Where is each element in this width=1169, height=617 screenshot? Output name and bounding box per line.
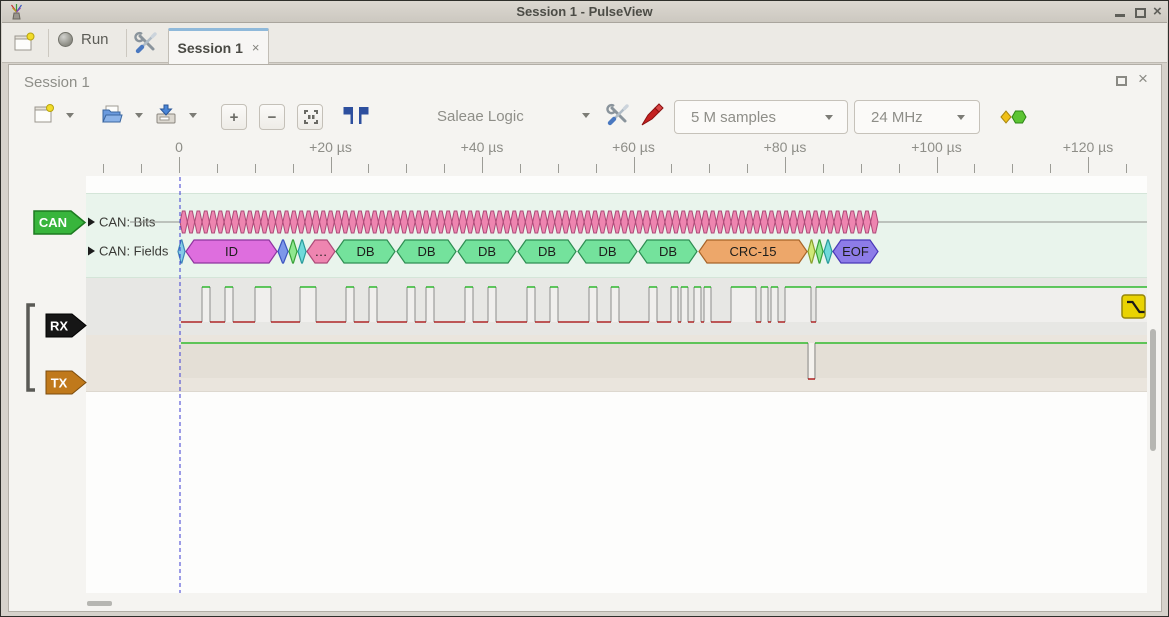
ruler-tick-label: +60 µs [612, 139, 655, 155]
ruler-tick [558, 164, 559, 173]
ruler-tick [861, 164, 862, 173]
ruler-tick [1126, 164, 1127, 173]
ruler-tick [823, 164, 824, 173]
ruler-tick [141, 164, 142, 173]
toolbar-separator [126, 29, 127, 57]
device-dropdown-arrow-icon[interactable] [582, 113, 590, 118]
ruler-tick-label: +80 µs [764, 139, 807, 155]
subwindow-title: Session 1 [24, 74, 90, 91]
ruler-tick [974, 164, 975, 173]
open-folder-icon [99, 102, 125, 128]
ruler-tick [217, 164, 218, 173]
tab-label: Session 1 [178, 40, 243, 56]
wrench-screwdriver-icon [605, 102, 631, 128]
ruler-tick [1012, 164, 1013, 173]
new-session-button[interactable] [11, 30, 37, 56]
can-decoder-band [86, 193, 1147, 278]
sample-count-dropdown-arrow-icon [825, 115, 833, 120]
ruler-tick [331, 157, 332, 173]
sample-count-value: 5 M samples [691, 109, 776, 126]
ruler-tick-label: 0 [175, 139, 183, 155]
titlebar[interactable]: Session 1 - PulseView × [2, 1, 1167, 23]
ruler-tick [482, 157, 483, 173]
save-icon [153, 102, 179, 128]
sample-rate-select[interactable]: 24 MHz [854, 100, 980, 134]
close-icon[interactable]: × [1153, 3, 1162, 20]
ruler-tick-label: +40 µs [461, 139, 504, 155]
zoom-fit-button[interactable] [297, 104, 323, 130]
zoom-out-button[interactable]: − [259, 104, 285, 130]
channels-button[interactable] [639, 102, 667, 128]
ruler-tick [671, 164, 672, 173]
ruler-tick-label: +120 µs [1063, 139, 1114, 155]
new-file-dropdown-arrow-icon[interactable] [66, 113, 74, 118]
decoder-icon [996, 107, 1030, 127]
ruler-tick [103, 164, 104, 173]
ruler-tick [255, 164, 256, 173]
tab-session-1[interactable]: Session 1 × [168, 28, 269, 64]
ruler-tick-label: +100 µs [911, 139, 962, 155]
save-button[interactable] [153, 102, 179, 128]
plus-icon: + [230, 109, 239, 126]
ruler-tick [1088, 157, 1089, 173]
pulseview-window: Session 1 - PulseView × Run [0, 0, 1169, 617]
ruler-tick [634, 157, 635, 173]
wrench-screwdriver-icon [134, 31, 158, 55]
run-button[interactable]: Run [58, 31, 109, 48]
tab-close-icon[interactable]: × [252, 40, 260, 55]
zoom-fit-icon [298, 104, 322, 130]
window-title: Session 1 - PulseView [2, 4, 1167, 19]
toolbar-separator [48, 29, 49, 57]
ruler-tick [520, 164, 521, 173]
ruler-tick [937, 157, 938, 173]
vertical-scrollbar-thumb[interactable] [1150, 329, 1156, 451]
run-state-icon [58, 32, 73, 47]
ruler-tick [293, 164, 294, 173]
rx-channel-band [86, 278, 1147, 335]
add-decoder-button[interactable] [996, 107, 1030, 127]
zoom-in-button[interactable]: + [221, 104, 247, 130]
maximize-icon[interactable] [1135, 8, 1146, 18]
ruler-tick [709, 164, 710, 173]
minus-icon: − [268, 109, 277, 126]
new-file-icon [30, 102, 56, 128]
ruler-tick [596, 164, 597, 173]
ruler-tick [406, 164, 407, 173]
ruler-tick [899, 164, 900, 173]
sample-rate-value: 24 MHz [871, 109, 923, 126]
minimize-icon[interactable] [1115, 14, 1125, 17]
subwindow-restore-icon[interactable] [1116, 76, 1127, 86]
new-session-icon [12, 31, 36, 55]
main-toolbar: Run Session 1 × [2, 23, 1167, 63]
time-ruler[interactable]: 0 +20 µs +40 µs +60 µs +80 µs +100 µs +120 µs [9, 136, 1160, 176]
ruler-tick [785, 157, 786, 173]
subwindow-close-icon[interactable]: × [1138, 69, 1148, 89]
open-button[interactable] [99, 102, 125, 128]
horizontal-scrollbar-thumb[interactable] [87, 601, 112, 606]
settings-button[interactable] [133, 30, 159, 56]
device-select[interactable]: Saleae Logic [437, 108, 524, 125]
ruler-tick-label: +20 µs [309, 139, 352, 155]
cursor-flags-icon [341, 105, 371, 127]
new-file-button[interactable] [30, 102, 56, 128]
tx-channel-band [86, 335, 1147, 392]
ruler-tick [444, 164, 445, 173]
device-config-button[interactable] [605, 102, 631, 128]
show-cursors-button[interactable] [341, 105, 371, 127]
sample-rate-dropdown-arrow-icon [957, 115, 965, 120]
run-label: Run [81, 31, 109, 48]
ruler-tick [1050, 164, 1051, 173]
sample-count-select[interactable]: 5 M samples [674, 100, 848, 134]
save-dropdown-arrow-icon[interactable] [189, 113, 197, 118]
ruler-tick [179, 157, 180, 173]
ruler-tick [747, 164, 748, 173]
ruler-tick [368, 164, 369, 173]
open-dropdown-arrow-icon[interactable] [135, 113, 143, 118]
probe-icon [639, 102, 667, 128]
